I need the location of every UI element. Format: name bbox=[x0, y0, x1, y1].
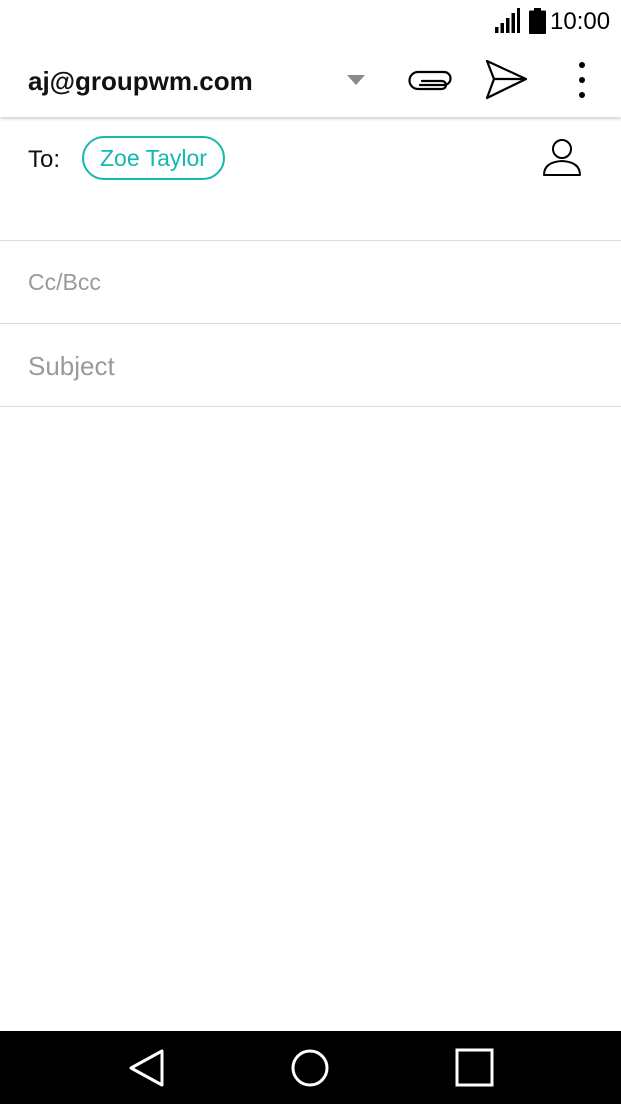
status-time: 10:00 bbox=[550, 8, 611, 35]
more-options-button[interactable] bbox=[558, 56, 606, 104]
signal-icon bbox=[494, 8, 520, 34]
to-field[interactable]: To: Zoe Taylor bbox=[0, 117, 621, 241]
recipient-chip[interactable]: Zoe Taylor bbox=[82, 136, 225, 180]
subject-input[interactable] bbox=[28, 346, 588, 386]
cc-bcc-field[interactable]: Cc/Bcc bbox=[0, 241, 621, 324]
compose-toolbar: aj@groupwm.com bbox=[0, 44, 621, 117]
send-icon bbox=[482, 56, 530, 104]
battery-icon bbox=[529, 8, 546, 34]
attach-button[interactable] bbox=[406, 56, 454, 104]
home-button[interactable] bbox=[285, 1043, 335, 1093]
compose-email-screen: 10:00 aj@groupwm.com To: Zoe Taylor Cc/B… bbox=[0, 0, 621, 1104]
to-label: To: bbox=[28, 146, 61, 173]
person-icon bbox=[538, 135, 586, 183]
recents-icon bbox=[449, 1043, 499, 1093]
add-contact-button[interactable] bbox=[538, 135, 586, 183]
back-icon bbox=[122, 1043, 172, 1093]
subject-row bbox=[0, 324, 621, 407]
paperclip-icon bbox=[406, 56, 454, 104]
more-vert-icon bbox=[558, 56, 606, 104]
from-account-label: aj@groupwm.com bbox=[28, 66, 253, 96]
cc-bcc-label: Cc/Bcc bbox=[28, 269, 101, 295]
message-body-input[interactable] bbox=[0, 407, 621, 1031]
from-account-select[interactable]: aj@groupwm.com bbox=[0, 44, 388, 117]
recents-button[interactable] bbox=[449, 1043, 499, 1093]
recipient-chip-label: Zoe Taylor bbox=[100, 144, 207, 171]
chevron-down-icon bbox=[347, 75, 365, 85]
system-nav-bar bbox=[0, 1031, 621, 1104]
send-button[interactable] bbox=[482, 56, 530, 104]
back-button[interactable] bbox=[122, 1043, 172, 1093]
status-bar: 10:00 bbox=[0, 0, 621, 44]
home-icon bbox=[285, 1043, 335, 1093]
